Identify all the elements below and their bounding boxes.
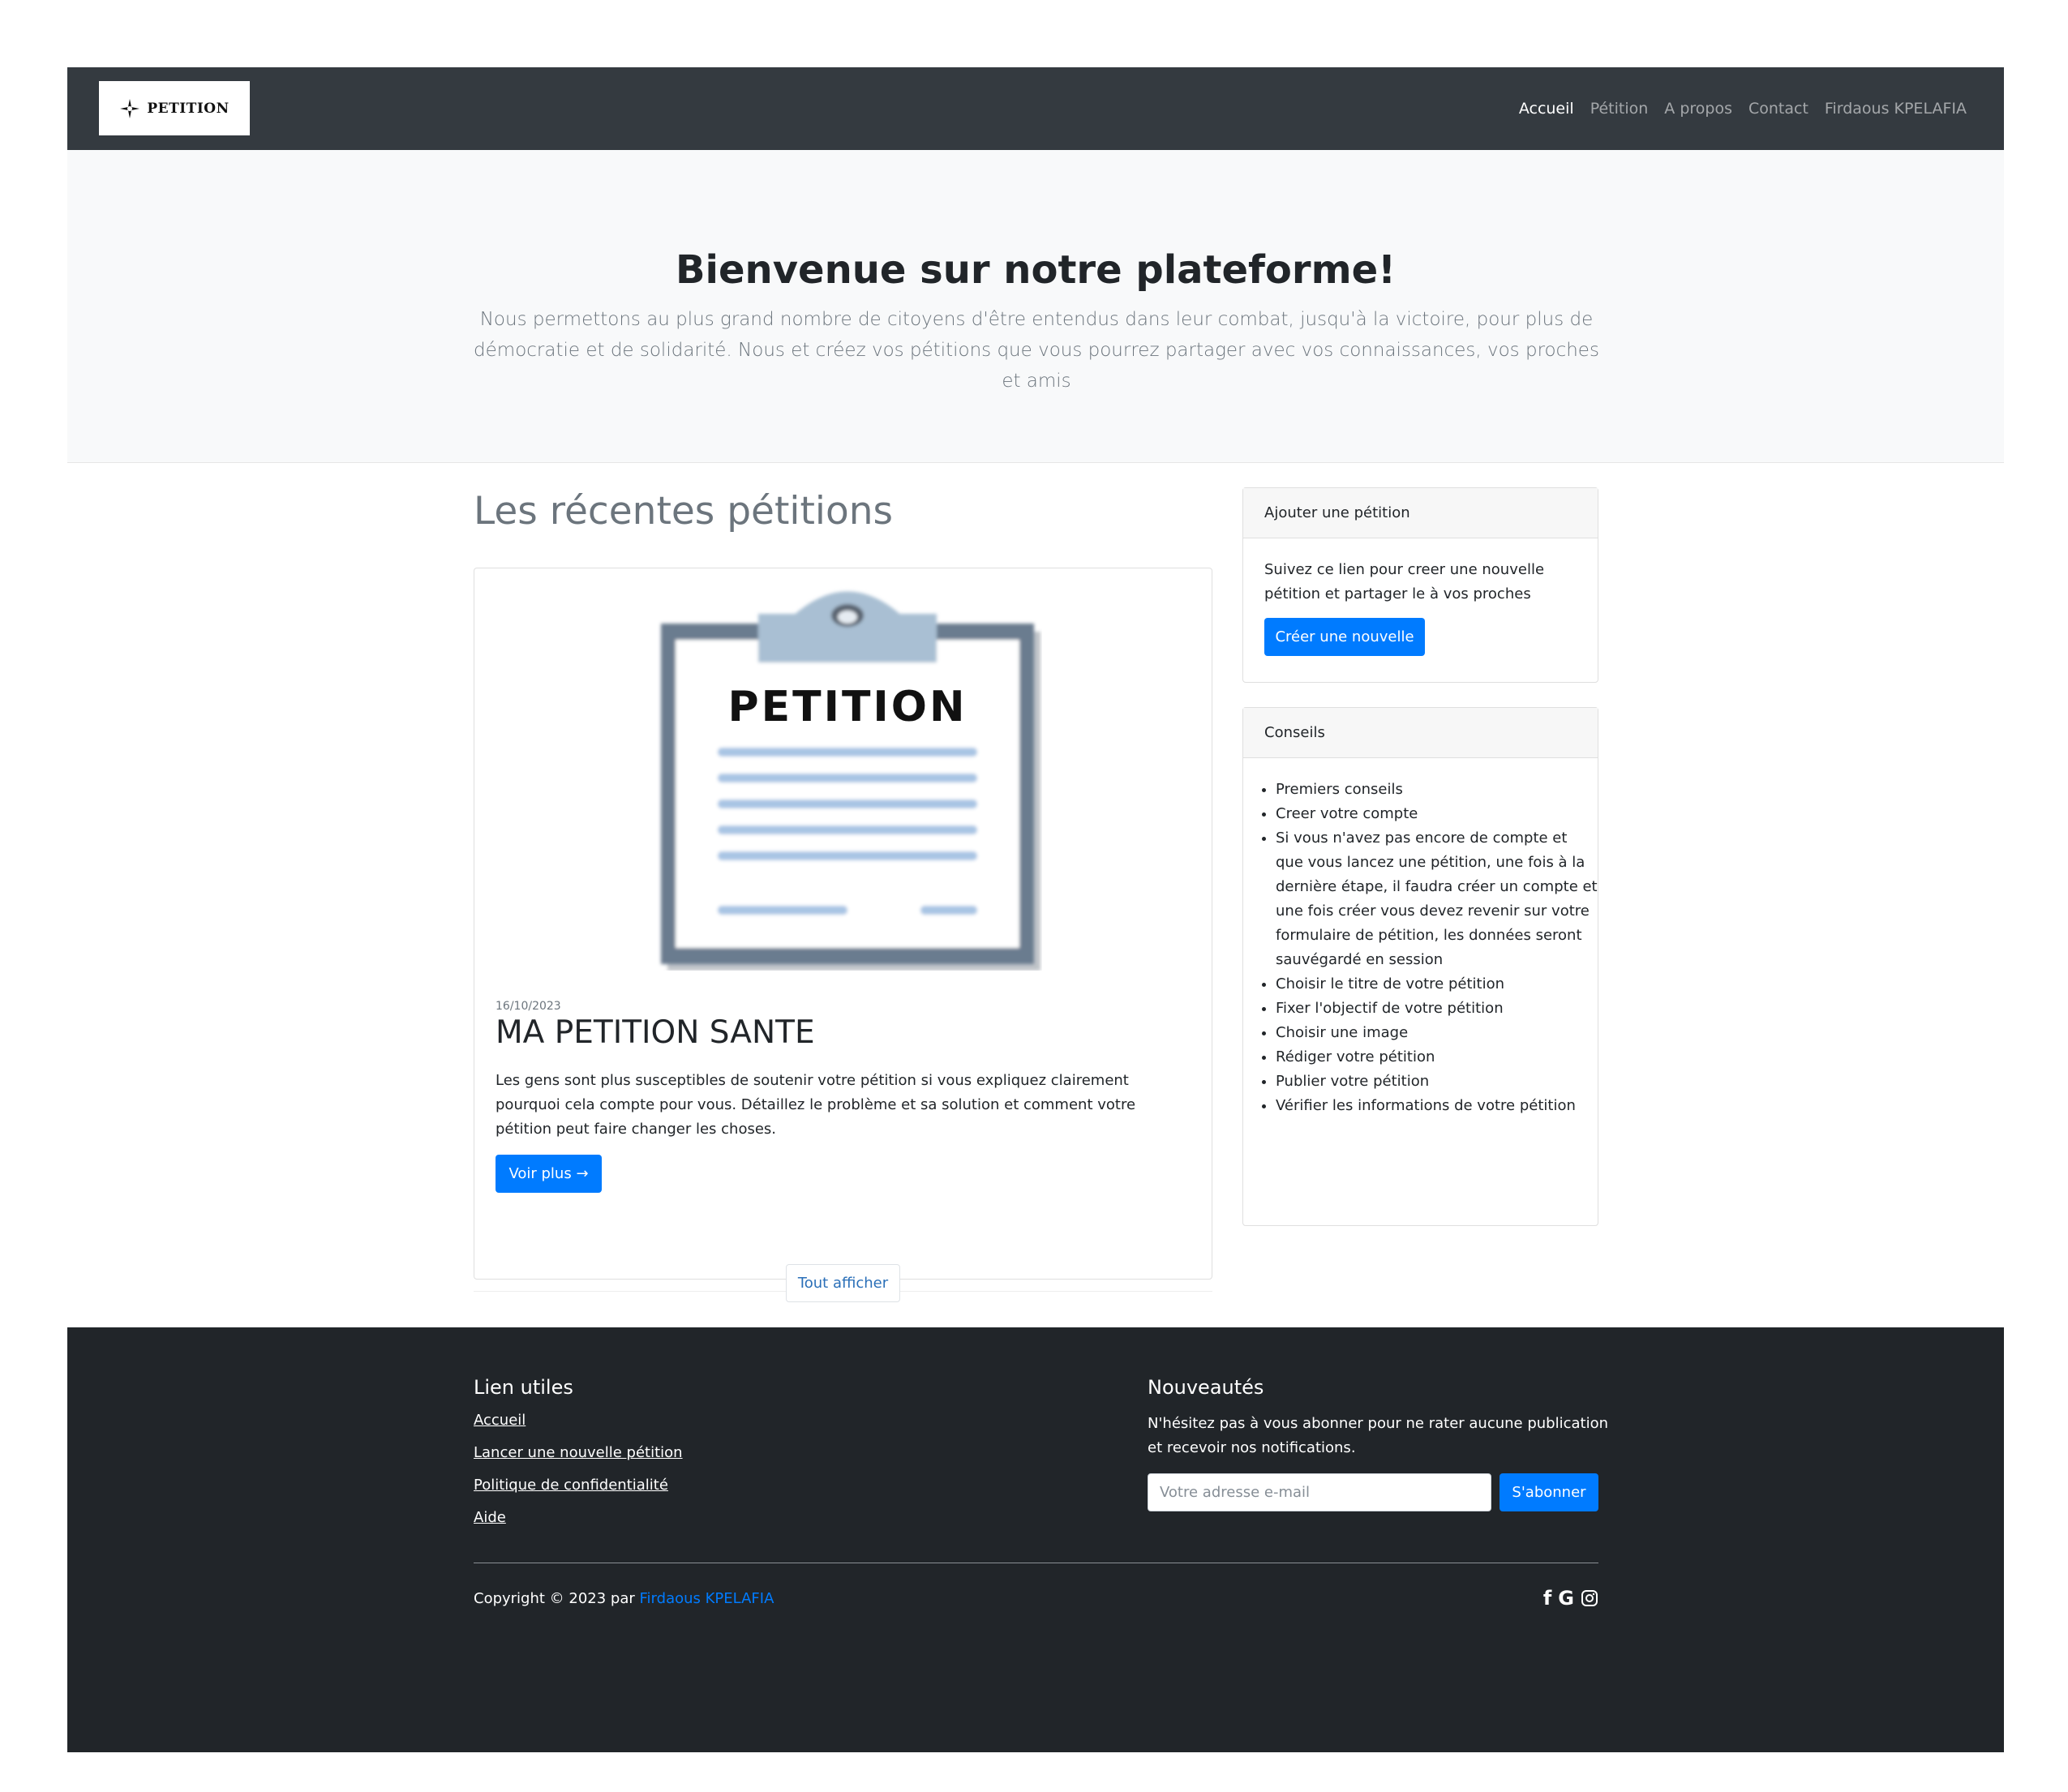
section-title: Les récentes pétitions [474,489,893,534]
copyright-author-link[interactable]: Firdaous KPELAFIA [640,1590,774,1607]
footer: Lien utiles Accueil Lancer une nouvelle … [67,1327,2004,1752]
footer-links: Accueil Lancer une nouvelle pétition Pol… [474,1412,683,1541]
petition-card: PETITION 16/10/2023 MA PETITION SANTE Le… [474,568,1212,1280]
copyright-text: Copyright © 2023 par [474,1590,640,1607]
facebook-icon[interactable]: f [1543,1588,1551,1608]
hero-text: Nous permettons au plus grand nombre de … [474,309,1599,392]
tip-item: Si vous n'avez pas encore de compte et q… [1276,826,1598,972]
post-date: 16/10/2023 [496,1000,561,1013]
nav-link-contact[interactable]: Contact [1748,100,1808,118]
nav-link-petition[interactable]: Pétition [1590,100,1649,118]
add-petition-header: Ajouter une pétition [1243,488,1598,538]
tip-item: Premiers conseils [1276,778,1598,802]
footer-news-text: N'hésitez pas à vous abonner pour ne rat… [1148,1415,1609,1456]
navbar: PETITION Accueil Pétition A propos Conta… [67,67,2004,150]
subscribe-button[interactable]: S'abonner [1500,1473,1598,1511]
post-title: MA PETITION SANTE [496,1014,815,1051]
tips-card: Conseils Premiers conseils Creer votre c… [1242,707,1598,1226]
tips-list: Premiers conseils Creer votre compte Si … [1243,778,1598,1118]
hero-jumbotron: Bienvenue sur notre plateforme! Nous per… [67,150,2004,463]
add-petition-card: Ajouter une pétition Suivez ce lien pour… [1242,487,1598,683]
footer-news-title: Nouveautés [1148,1376,1264,1399]
footer-link-accueil[interactable]: Accueil [474,1412,526,1429]
nav-link-accueil[interactable]: Accueil [1519,100,1574,118]
footer-link-privacy[interactable]: Politique de confidentialité [474,1477,668,1494]
tip-item: Creer votre compte [1276,802,1598,826]
create-petition-button[interactable]: Créer une nouvelle [1264,618,1425,656]
tip-item: Choisir une image [1276,1021,1598,1045]
tip-item: Rédiger votre pétition [1276,1045,1598,1070]
nav-menu: Accueil Pétition A propos Contact Firdao… [1519,67,1967,150]
tips-header: Conseils [1243,708,1598,758]
brand-text: PETITION [147,100,230,117]
tip-item: Choisir le titre de votre pétition [1276,972,1598,997]
tip-item: Fixer l'objectif de votre pétition [1276,997,1598,1021]
footer-links-title: Lien utiles [474,1376,573,1399]
petition-clipboard-image: PETITION [661,591,1040,971]
voir-plus-button[interactable]: Voir plus → [496,1155,602,1193]
nav-link-a-propos[interactable]: A propos [1664,100,1732,118]
clipboard-label: PETITION [728,683,967,731]
tip-item: Vérifier les informations de votre pétit… [1276,1094,1598,1118]
social-links: f G [1543,1588,1598,1608]
add-petition-text: Suivez ce lien pour creer une nouvelle p… [1264,561,1545,602]
brand-logo[interactable]: PETITION [99,81,250,135]
footer-link-new-petition[interactable]: Lancer une nouvelle pétition [474,1444,683,1461]
compass-logo-icon [120,98,140,118]
post-text: Les gens sont plus susceptibles de soute… [496,1072,1136,1138]
page: PETITION Accueil Pétition A propos Conta… [67,67,2004,1752]
google-icon[interactable]: G [1558,1588,1574,1608]
nav-link-user[interactable]: Firdaous KPELAFIA [1825,100,1967,118]
tip-item: Publier votre pétition [1276,1070,1598,1094]
instagram-icon[interactable] [1581,1589,1598,1607]
hero-title: Bienvenue sur notre plateforme! [675,247,1397,293]
copyright: Copyright © 2023 par Firdaous KPELAFIA [474,1590,774,1607]
footer-link-aide[interactable]: Aide [474,1509,506,1526]
newsletter-email-input[interactable] [1148,1473,1491,1511]
show-all-button[interactable]: Tout afficher [786,1264,900,1302]
